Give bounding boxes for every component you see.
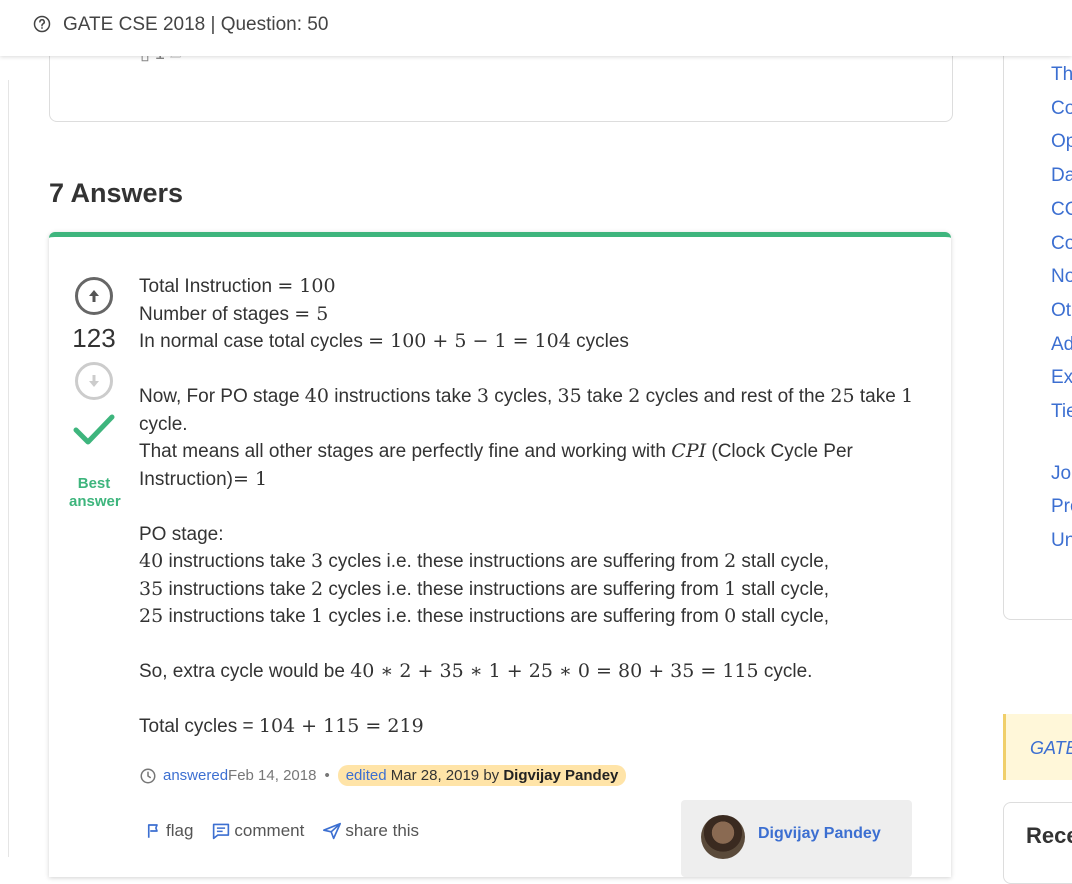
answered-link[interactable]: answered: [163, 767, 228, 784]
line-1: Total Instruction = 100: [139, 275, 336, 297]
vote-column: 123 Best answer: [69, 277, 121, 511]
edited-date: Mar 28, 2019 by: [386, 767, 504, 784]
line-6: PO stage:: [139, 523, 224, 545]
recent-heading: Rece: [1026, 823, 1072, 848]
sidebar-item[interactable]: Th: [1051, 64, 1072, 86]
line-5b: Instruction)= 1: [139, 467, 268, 490]
vote-count: 123: [72, 323, 116, 353]
line-9: 25 instructions take 1 cycles i.e. these…: [139, 605, 830, 627]
sidebar-item[interactable]: Ex: [1051, 367, 1072, 389]
top-bar: GATE CSE 2018 | Question: 50: [0, 0, 1072, 56]
answers-heading: 7 Answers: [49, 178, 184, 208]
line-4: Now, For PO stage 40 instructions take 3…: [139, 385, 914, 407]
upvote-button[interactable]: [75, 277, 113, 315]
user-name-link[interactable]: Digvijay Pandey: [758, 825, 881, 843]
user-card: Digvijay Pandey: [681, 800, 912, 877]
flag-button[interactable]: flag: [145, 821, 193, 841]
edited-badge: edited Mar 28, 2019 by Digvijay Pandey: [337, 765, 627, 786]
sidebar-item[interactable]: Pro: [1051, 496, 1072, 518]
left-divider: [8, 80, 9, 857]
sidebar-item[interactable]: No: [1051, 266, 1072, 288]
share-button[interactable]: share this: [322, 821, 419, 841]
arrow-up-icon: [89, 290, 99, 302]
answer-meta: answered Feb 14, 2018 • edited Mar 28, 2…: [139, 765, 627, 786]
best-answer-check-icon: [69, 412, 119, 453]
edited-link[interactable]: edited: [346, 767, 387, 784]
avatar[interactable]: [701, 815, 745, 859]
line-7: 40 instructions take 3 cycles i.e. these…: [139, 550, 830, 572]
sidebar-item[interactable]: Co: [1051, 98, 1072, 120]
sidebar-item[interactable]: CO: [1051, 199, 1072, 221]
line-4b: cycle.: [139, 413, 188, 435]
best-answer-label: Best answer: [69, 475, 121, 510]
answer-body: Total Instruction = 100 Number of stages…: [139, 273, 919, 741]
sidebar-item[interactable]: Un: [1051, 530, 1072, 552]
sidebar-item[interactable]: Jo: [1051, 463, 1071, 485]
answer-actions: flag comment share this: [145, 821, 437, 841]
gate-link[interactable]: GATE: [1030, 738, 1072, 759]
sidebar-item[interactable]: Ad: [1051, 334, 1072, 356]
comment-button[interactable]: comment: [211, 821, 304, 841]
recent-box: Rece: [1003, 802, 1072, 884]
line-5: That means all other stages are perfectl…: [139, 440, 853, 462]
sidebar-item[interactable]: Oth: [1051, 300, 1072, 322]
line-10: So, extra cycle would be 40 ∗ 2 + 35 ∗ 1…: [139, 660, 813, 682]
clock-icon: [140, 768, 156, 783]
sidebar-item[interactable]: Tie: [1051, 401, 1072, 423]
gate-promo-box: GATE: [1003, 714, 1072, 780]
downvote-button[interactable]: [75, 362, 113, 400]
page-title: GATE CSE 2018 | Question: 50: [63, 14, 329, 35]
flag-icon: [147, 824, 158, 838]
line-3: In normal case total cycles = 100 + 5 − …: [139, 330, 629, 352]
sidebar-item[interactable]: Da: [1051, 165, 1072, 187]
line-8: 35 instructions take 2 cycles i.e. these…: [139, 577, 830, 600]
category-sidebar: Th Co Op Da CO Co No Oth Ad Ex Tie Jo Pr…: [1003, 40, 1072, 620]
question-circle-icon: [33, 15, 51, 33]
editor-link[interactable]: Digvijay Pandey: [503, 767, 618, 784]
line-2: Number of stages = 5: [139, 302, 329, 325]
answer-card: 123 Best answer Total Instruction = 100 …: [49, 232, 951, 877]
sidebar-item[interactable]: Co: [1051, 233, 1072, 255]
arrow-down-icon: [89, 375, 99, 387]
sidebar-item[interactable]: Op: [1051, 131, 1072, 153]
line-11: Total cycles = 104 + 115 = 219: [139, 715, 424, 737]
comment-icon: [213, 823, 230, 840]
answered-date: Feb 14, 2018: [228, 767, 317, 784]
send-icon: [323, 822, 342, 840]
